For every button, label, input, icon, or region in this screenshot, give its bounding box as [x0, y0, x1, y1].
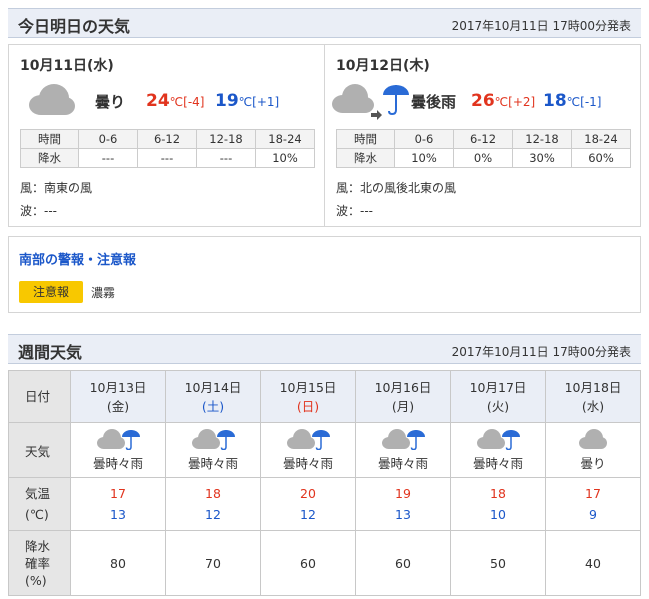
high-temp: 24℃[-4]: [146, 91, 205, 111]
week-date-cell: 10月13日 (金): [70, 370, 166, 423]
advisory-text: 濃霧: [91, 286, 116, 300]
week-date-cell: 10月16日 (月): [355, 370, 451, 423]
row-label-date: 日付: [8, 370, 71, 423]
day-card-today: 10月11日(水) 曇り 24℃[-4] 19℃[+1] 時間 0-6 6-12 12…: [9, 45, 325, 226]
warnings-panel: 南部の警報・注意報 注意報 濃霧: [8, 236, 641, 313]
week-pop-cell: 70: [165, 530, 261, 596]
week-temp-cell: 17 13: [70, 477, 166, 531]
week-weather-cell: 曇時々雨: [165, 422, 261, 478]
week-temp-cell: 18 12: [165, 477, 261, 531]
week-weather-cell: 曇時々雨: [355, 422, 451, 478]
row-label-weather: 天気: [8, 422, 71, 478]
week-temp-cell: 19 13: [355, 477, 451, 531]
issued-time: 2017年10月11日 17時00分発表: [451, 345, 631, 359]
weekly-forecast-table: 日付 10月13日 (金) 10月14日 (土) 10月15日 (日) 10月16日(…: [8, 370, 641, 596]
warnings-title-link[interactable]: 南部の警報・注意報: [19, 249, 136, 268]
week-temp-cell: 18 10: [450, 477, 546, 531]
row-label-temp: 気温 (℃): [8, 477, 71, 531]
day-card-tomorrow: 10月12日(木) 曇後雨 26℃[+2] 18℃[-1] 時間 0-6 6-12 1…: [325, 45, 640, 226]
week-weather-cell: 曇時々雨: [260, 422, 356, 478]
low-temp: 19℃[+1]: [215, 91, 280, 111]
week-date-cell: 10月17日 (火): [450, 370, 546, 423]
cloudy-sometimes-rain-icon: [287, 429, 330, 451]
section-title: 週間天気: [18, 343, 83, 362]
wave-info: 波：---: [20, 204, 57, 218]
week-pop-cell: 40: [545, 530, 641, 596]
week-pop-cell: 80: [70, 530, 166, 596]
week-pop-cell: 60: [355, 530, 451, 596]
week-weather-cell: 曇り: [545, 422, 641, 478]
advisory-badge: 注意報: [19, 281, 83, 303]
week-weather-cell: 曇時々雨: [70, 422, 166, 478]
day-date: 10月12日(木): [336, 58, 430, 74]
low-temp: 18℃[-1]: [543, 91, 602, 111]
week-date-cell: 10月18日 (水): [545, 370, 641, 423]
week-date-cell: 10月14日 (土): [165, 370, 261, 423]
today-tomorrow-header: 今日明日の天気 2017年10月11日 17時00分発表: [8, 8, 641, 38]
week-temp-cell: 20 12: [260, 477, 356, 531]
week-pop-cell: 60: [260, 530, 356, 596]
wind-info: 風：北の風後北東の風: [336, 181, 457, 195]
section-title: 今日明日の天気: [18, 17, 131, 36]
rain-probability-table: 時間 0-6 6-12 12-18 18-24 降水 --- --- --- 10%: [20, 129, 315, 168]
wind-info: 風：南東の風: [20, 181, 93, 195]
cloudy-sometimes-rain-icon: [97, 429, 140, 451]
day-date: 10月11日(水): [20, 58, 114, 74]
week-pop-cell: 50: [450, 530, 546, 596]
cloudy-icon: [579, 429, 607, 449]
high-temp: 26℃[+2]: [471, 91, 536, 111]
week-weather-cell: 曇時々雨: [450, 422, 546, 478]
row-label-pop: 降水 確率 (%): [8, 530, 71, 596]
week-date-cell: 10月15日 (日): [260, 370, 356, 423]
cloudy-icon: [27, 83, 75, 120]
cloudy-sometimes-rain-icon: [477, 429, 520, 451]
issued-time: 2017年10月11日 17時00分発表: [451, 19, 631, 33]
wave-info: 波：---: [336, 204, 373, 218]
cloudy-sometimes-rain-icon: [382, 429, 425, 451]
cloudy-then-rain-icon: [331, 81, 411, 124]
week-temp-cell: 17 9: [545, 477, 641, 531]
condition-text: 曇後雨: [411, 93, 457, 111]
condition-text: 曇り: [95, 93, 126, 111]
weekly-header: 週間天気 2017年10月11日 17時00分発表: [8, 334, 641, 364]
cloudy-sometimes-rain-icon: [192, 429, 235, 451]
rain-probability-table: 時間 0-6 6-12 12-18 18-24 降水 10% 0% 30% 60%: [336, 129, 631, 168]
today-tomorrow-panel: 10月11日(水) 曇り 24℃[-4] 19℃[+1] 時間 0-6 6-12 12…: [8, 44, 641, 227]
